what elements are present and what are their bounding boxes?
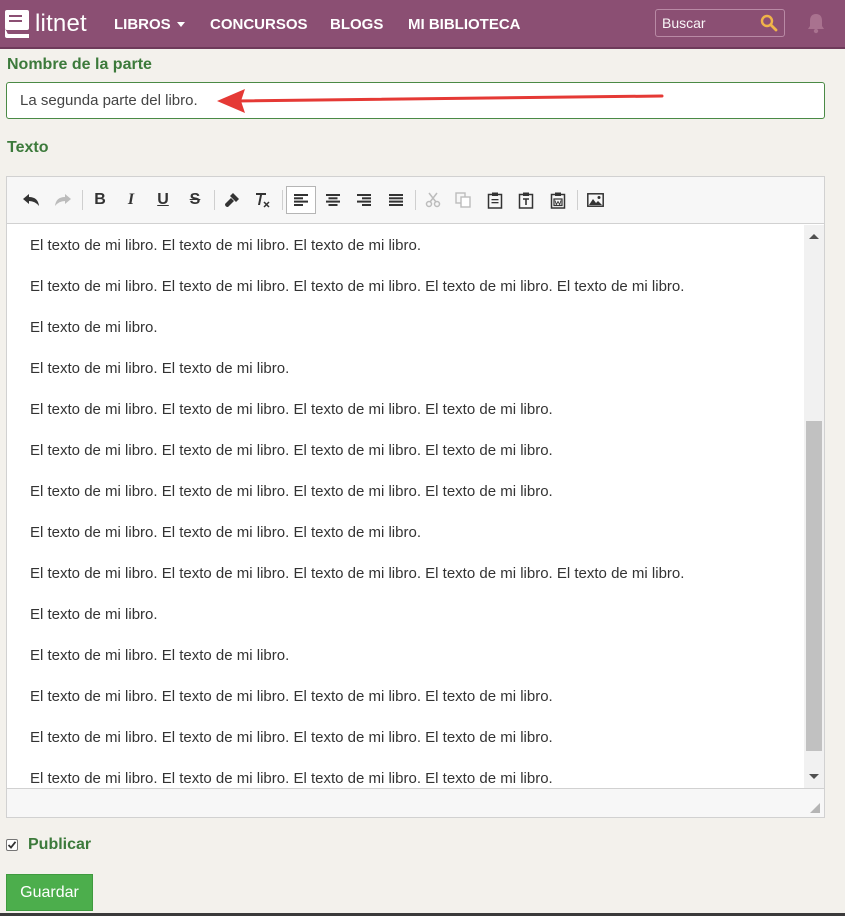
nav-blogs[interactable]: BLOGS: [330, 0, 383, 49]
paste-text-icon[interactable]: [511, 186, 541, 214]
strikethrough-icon[interactable]: S: [180, 186, 210, 214]
scrollbar-thumb[interactable]: [806, 421, 822, 751]
editor-toolbar: B I U S: [7, 177, 824, 224]
align-left-icon[interactable]: [286, 186, 316, 214]
editor-paragraph: El texto de mi libro. El texto de mi lib…: [30, 688, 553, 705]
editor-paragraph: El texto de mi libro. El texto de mi lib…: [30, 360, 290, 377]
toolbar-separator: [577, 190, 578, 210]
resize-handle-icon[interactable]: [810, 803, 820, 813]
checkmark-icon: [7, 841, 17, 849]
paste-word-icon[interactable]: [543, 186, 573, 214]
search-box: [655, 9, 785, 37]
italic-icon[interactable]: I: [116, 186, 146, 214]
format-painter-icon[interactable]: [217, 186, 247, 214]
nav-libros[interactable]: LIBROS: [114, 0, 185, 49]
publish-label[interactable]: Publicar: [28, 836, 91, 854]
scroll-down-arrow-icon[interactable]: [809, 774, 819, 779]
align-center-icon[interactable]: [318, 186, 348, 214]
part-name-label: Nombre de la parte: [7, 56, 152, 73]
nav-concursos[interactable]: CONCURSOS: [210, 0, 308, 49]
align-right-icon[interactable]: [349, 186, 379, 214]
save-button[interactable]: Guardar: [6, 874, 93, 911]
cut-icon[interactable]: [418, 186, 448, 214]
editor-paragraph: El texto de mi libro. El texto de mi lib…: [30, 401, 553, 418]
search-icon[interactable]: [760, 14, 778, 32]
scroll-up-arrow-icon[interactable]: [809, 234, 819, 239]
toolbar-separator: [282, 190, 283, 210]
align-justify-icon[interactable]: [381, 186, 411, 214]
clear-formatting-icon[interactable]: [248, 186, 278, 214]
search-input[interactable]: [656, 10, 756, 36]
editor-paragraph: El texto de mi libro. El texto de mi lib…: [30, 770, 553, 787]
editor-paragraph: El texto de mi libro. El texto de mi lib…: [30, 442, 553, 459]
nav-libros-label: LIBROS: [114, 16, 171, 33]
chevron-down-icon: [176, 21, 185, 27]
underline-icon[interactable]: U: [148, 186, 178, 214]
editor-scrollbar[interactable]: [804, 225, 824, 788]
copy-icon[interactable]: [448, 186, 478, 214]
logo-text: litnet: [35, 10, 87, 37]
text-label: Texto: [7, 139, 49, 156]
publish-checkbox[interactable]: [6, 839, 18, 851]
editor-statusbar: [7, 788, 824, 817]
bold-icon[interactable]: B: [85, 186, 115, 214]
part-name-input[interactable]: [6, 82, 825, 119]
toolbar-separator: [415, 190, 416, 210]
rich-text-editor: B I U S El texto de mi libro. El texto d…: [6, 176, 825, 818]
editor-paragraph: El texto de mi libro. El texto de mi lib…: [30, 647, 290, 664]
image-icon[interactable]: [580, 186, 610, 214]
editor-paragraph: El texto de mi libro. El texto de mi lib…: [30, 278, 685, 295]
bell-icon[interactable]: [806, 12, 826, 34]
site-logo[interactable]: litnet: [4, 8, 87, 40]
editor-paragraph: El texto de mi libro. El texto de mi lib…: [30, 237, 421, 254]
editor-paragraph: El texto de mi libro. El texto de mi lib…: [30, 483, 553, 500]
toolbar-separator: [214, 190, 215, 210]
book-logo-icon: [5, 10, 29, 38]
editor-paragraph: El texto de mi libro. El texto de mi lib…: [30, 729, 553, 746]
redo-icon[interactable]: [48, 186, 78, 214]
toolbar-separator: [82, 190, 83, 210]
editor-content-area[interactable]: El texto de mi libro. El texto de mi lib…: [7, 225, 804, 788]
editor-paragraph: El texto de mi libro. El texto de mi lib…: [30, 524, 421, 541]
undo-icon[interactable]: [16, 186, 46, 214]
nav-mi-biblioteca[interactable]: MI BIBLIOTECA: [408, 0, 521, 49]
editor-paragraph: El texto de mi libro.: [30, 606, 158, 623]
top-navbar: litnet LIBROS CONCURSOS BLOGS MI BIBLIOT…: [0, 0, 845, 49]
editor-paragraph: El texto de mi libro.: [30, 319, 158, 336]
editor-paragraph: El texto de mi libro. El texto de mi lib…: [30, 565, 685, 582]
paste-icon[interactable]: [480, 186, 510, 214]
